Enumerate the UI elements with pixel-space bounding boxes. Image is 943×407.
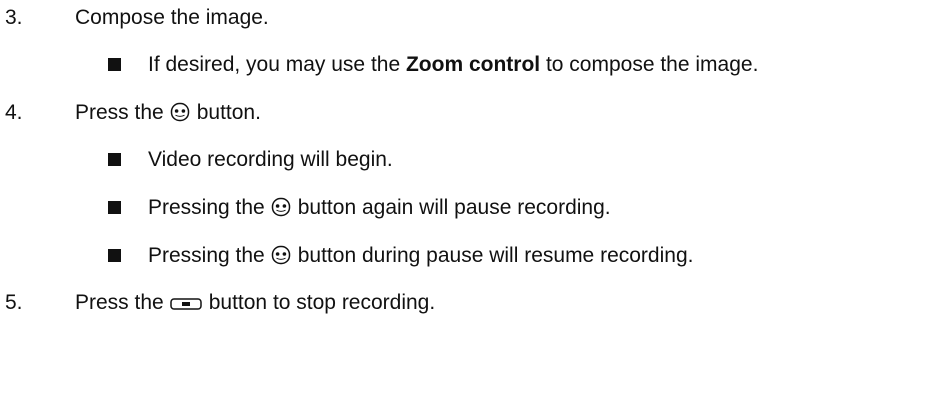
step-text-before: Press the bbox=[75, 291, 164, 314]
bullet-text-before: If desired, you may use the bbox=[148, 53, 406, 76]
bullet-text: Video recording will begin. bbox=[148, 148, 393, 171]
bullet-text-before: Pressing the bbox=[148, 244, 265, 267]
bullet-text-after: to compose the image. bbox=[540, 53, 759, 76]
step-text-after: button. bbox=[196, 101, 261, 124]
bullet-square-icon bbox=[108, 153, 121, 166]
step-number: 3. bbox=[5, 6, 23, 29]
bullet-square-icon bbox=[108, 201, 121, 214]
step-text: Compose the image. bbox=[75, 6, 269, 29]
bullet-square-icon bbox=[108, 249, 121, 262]
bullet-text-after: button during pause will resume recordin… bbox=[297, 244, 694, 267]
zoom-control-term: Zoom control bbox=[405, 53, 541, 76]
step-number: 4. bbox=[5, 101, 23, 124]
bullet-square-icon bbox=[108, 58, 121, 71]
record-button-icon bbox=[271, 243, 291, 275]
bullet-text-after: button again will pause recording. bbox=[297, 196, 611, 219]
record-button-icon bbox=[271, 195, 291, 227]
step-text-after: button to stop recording. bbox=[208, 291, 436, 314]
step-text-before: Press the bbox=[75, 101, 164, 124]
record-button-icon bbox=[170, 100, 190, 132]
step-number: 5. bbox=[5, 291, 23, 314]
stop-button-icon bbox=[169, 290, 202, 322]
bullet-text-before: Pressing the bbox=[148, 196, 265, 219]
